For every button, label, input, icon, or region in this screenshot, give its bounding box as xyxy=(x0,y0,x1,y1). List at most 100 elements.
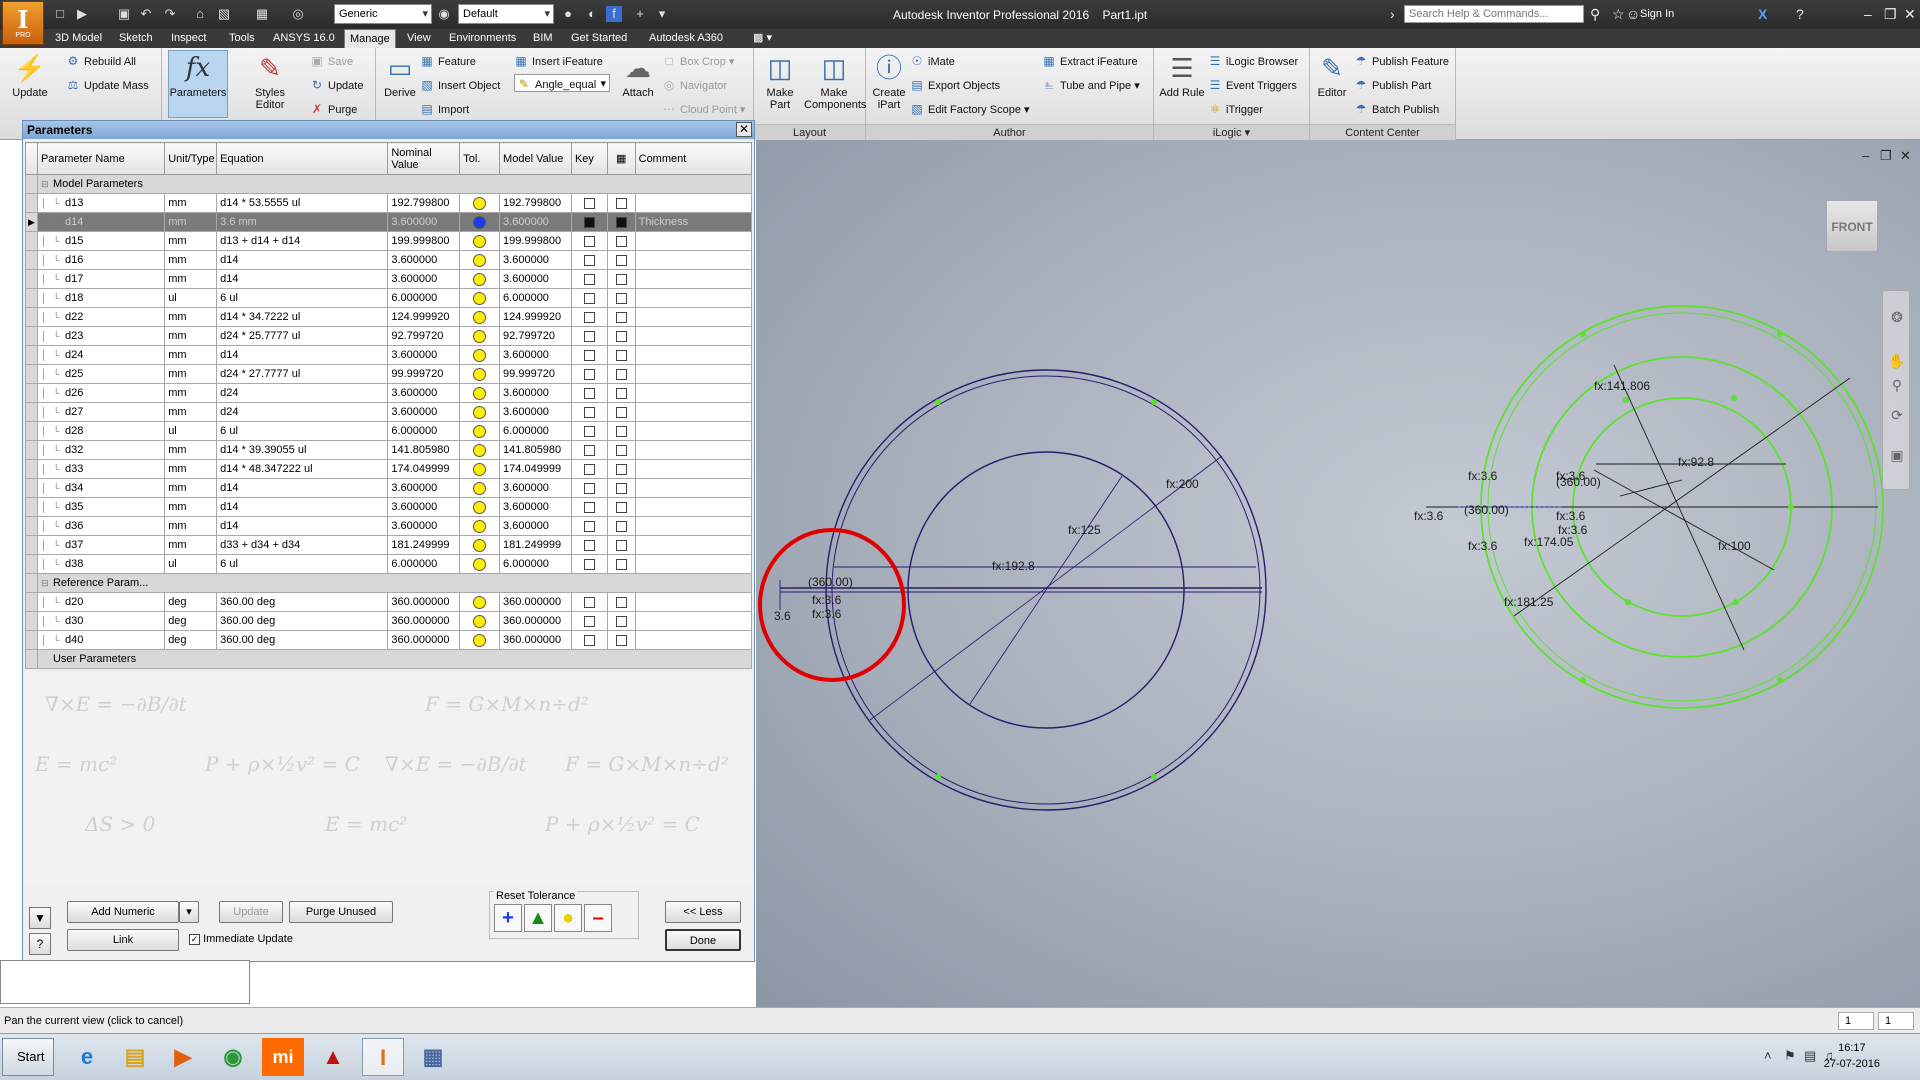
row-header[interactable] xyxy=(25,383,38,403)
binoculars-icon[interactable]: ⚲ xyxy=(1590,6,1600,22)
select-icon[interactable]: ▦ xyxy=(254,6,270,22)
purge-unused-button[interactable]: Purge Unused xyxy=(289,901,393,923)
param-equation-cell[interactable]: d24 xyxy=(216,383,389,403)
param-comment-cell[interactable] xyxy=(634,611,752,631)
export-checkbox[interactable] xyxy=(615,216,627,228)
close-icon[interactable]: ✕ xyxy=(1904,6,1916,22)
search-help-input[interactable]: Search Help & Commands... xyxy=(1404,5,1584,23)
network-icon[interactable]: ▤ xyxy=(1804,1048,1816,1064)
redo-icon[interactable]: ↷ xyxy=(162,6,178,22)
dim-label[interactable]: fx:125 xyxy=(1068,523,1101,537)
key-checkbox[interactable] xyxy=(583,501,595,513)
param-comment-cell[interactable] xyxy=(634,345,752,365)
immediate-update-checkbox[interactable]: ✓ Immediate Update xyxy=(189,933,293,945)
param-key-cell[interactable] xyxy=(570,345,608,365)
param-comment-cell[interactable] xyxy=(634,307,752,327)
param-key-cell[interactable] xyxy=(570,611,608,631)
param-comment-cell[interactable] xyxy=(634,459,752,479)
group-label[interactable]: User Parameters xyxy=(36,649,752,669)
navigator-button[interactable]: ◎ Navigator xyxy=(662,76,727,94)
sketch-point[interactable] xyxy=(1777,331,1783,337)
param-export-cell[interactable] xyxy=(606,269,636,289)
sketch-point[interactable] xyxy=(1623,397,1629,403)
param-key-cell[interactable] xyxy=(570,288,608,308)
param-comment-cell[interactable] xyxy=(634,193,752,213)
new-icon[interactable]: □ xyxy=(52,6,68,22)
param-name-cell[interactable]: │ └ d17 xyxy=(36,269,166,289)
material-select[interactable]: Generic xyxy=(334,4,432,24)
sketch-point[interactable] xyxy=(1625,599,1631,605)
param-equation-cell[interactable]: d14 xyxy=(216,269,389,289)
param-tolerance-cell[interactable] xyxy=(459,231,501,251)
dim-label[interactable]: fx:200 xyxy=(1166,477,1199,491)
row-header[interactable] xyxy=(25,269,38,289)
mi-icon[interactable]: mi xyxy=(262,1038,304,1076)
dim-label[interactable]: fx:141.806 xyxy=(1594,379,1650,393)
tab-autodesk-a360[interactable]: Autodesk A360 xyxy=(644,29,728,48)
home-icon[interactable]: ⌂ xyxy=(192,6,208,22)
key-checkbox[interactable] xyxy=(583,482,595,494)
median-tolerance-button[interactable]: ▲ xyxy=(524,904,552,932)
param-export-cell[interactable] xyxy=(606,326,636,346)
export-checkbox[interactable] xyxy=(615,482,627,494)
param-unit-cell[interactable]: mm xyxy=(164,364,218,384)
param-equation-cell[interactable]: d14 xyxy=(216,345,389,365)
save-style-button[interactable]: ▣ Save xyxy=(310,52,353,70)
parameter-row[interactable]: │ └ d17 mm d14 3.600000 3.600000 xyxy=(25,269,752,289)
group-row[interactable]: ⊟ Reference Param... xyxy=(25,573,752,593)
param-unit-cell[interactable]: mm xyxy=(164,440,218,460)
param-tolerance-cell[interactable] xyxy=(459,383,501,403)
purge-button[interactable]: ✗ Purge xyxy=(310,100,357,118)
insert-object-button[interactable]: ▧ Insert Object xyxy=(420,76,500,94)
save-icon[interactable]: ▣ xyxy=(116,6,132,22)
param-equation-cell[interactable]: d14 * 39.39055 ul xyxy=(216,440,389,460)
lower-tolerance-button[interactable]: – xyxy=(584,904,612,932)
param-tolerance-cell[interactable] xyxy=(459,554,501,574)
parameter-row[interactable]: │ └ d33 mm d14 * 48.347222 ul 174.049999 174.0… xyxy=(25,459,752,479)
row-header[interactable] xyxy=(25,307,38,327)
param-unit-cell[interactable]: deg xyxy=(164,592,218,612)
parameter-row[interactable]: │ └ d22 mm d14 * 34.7222 ul 124.999920 124.999… xyxy=(25,307,752,327)
param-export-cell[interactable] xyxy=(606,630,636,650)
doc-restore-icon[interactable]: ❐ xyxy=(1880,148,1892,164)
key-checkbox[interactable] xyxy=(583,520,595,532)
param-key-cell[interactable] xyxy=(570,554,608,574)
open-icon[interactable]: ▶ xyxy=(74,6,90,22)
param-unit-cell[interactable]: mm xyxy=(164,307,218,327)
parameter-row[interactable]: │ └ d16 mm d14 3.600000 3.600000 xyxy=(25,250,752,270)
link-button[interactable]: Link xyxy=(67,929,179,951)
export-checkbox[interactable] xyxy=(615,197,627,209)
key-checkbox[interactable] xyxy=(583,596,595,608)
row-header[interactable] xyxy=(25,573,38,593)
param-comment-cell[interactable] xyxy=(634,421,752,441)
editor-button[interactable]: ✎ Editor xyxy=(1312,51,1352,99)
minimize-icon[interactable]: – xyxy=(1864,6,1872,22)
group-label[interactable]: ⊟ Reference Param... xyxy=(36,573,752,593)
param-tolerance-cell[interactable] xyxy=(459,212,501,232)
parameter-row[interactable]: │ └ d28 ul 6 ul 6.000000 6.000000 xyxy=(25,421,752,441)
param-tolerance-cell[interactable] xyxy=(459,459,501,479)
row-header[interactable] xyxy=(25,497,38,517)
tube-and-pipe-button[interactable]: ⎁ Tube and Pipe ▾ xyxy=(1042,76,1140,94)
group-row[interactable]: ⊟ Model Parameters xyxy=(25,174,752,194)
param-key-cell[interactable] xyxy=(570,231,608,251)
tab-bim[interactable]: BIM xyxy=(528,29,558,48)
event-triggers-button[interactable]: ☰ Event Triggers xyxy=(1208,76,1297,94)
row-header[interactable] xyxy=(25,440,38,460)
export-checkbox[interactable] xyxy=(615,292,627,304)
param-comment-cell[interactable] xyxy=(634,440,752,460)
row-header[interactable] xyxy=(25,649,38,669)
add-numeric-dropdown[interactable]: ▾ xyxy=(179,901,199,923)
param-name-cell[interactable]: │ └ d30 xyxy=(36,611,166,631)
param-key-cell[interactable] xyxy=(570,364,608,384)
param-comment-cell[interactable] xyxy=(634,535,752,555)
col-key[interactable]: Key xyxy=(570,142,608,175)
row-header[interactable] xyxy=(25,421,38,441)
param-export-cell[interactable] xyxy=(606,440,636,460)
param-tolerance-cell[interactable] xyxy=(459,440,501,460)
rebuild-all-button[interactable]: ⚙ Rebuild All xyxy=(66,52,136,70)
chevron-right-icon[interactable]: › xyxy=(1390,6,1395,22)
export-checkbox[interactable] xyxy=(615,254,627,266)
help-button[interactable]: ? xyxy=(29,933,51,955)
export-checkbox[interactable] xyxy=(615,235,627,247)
